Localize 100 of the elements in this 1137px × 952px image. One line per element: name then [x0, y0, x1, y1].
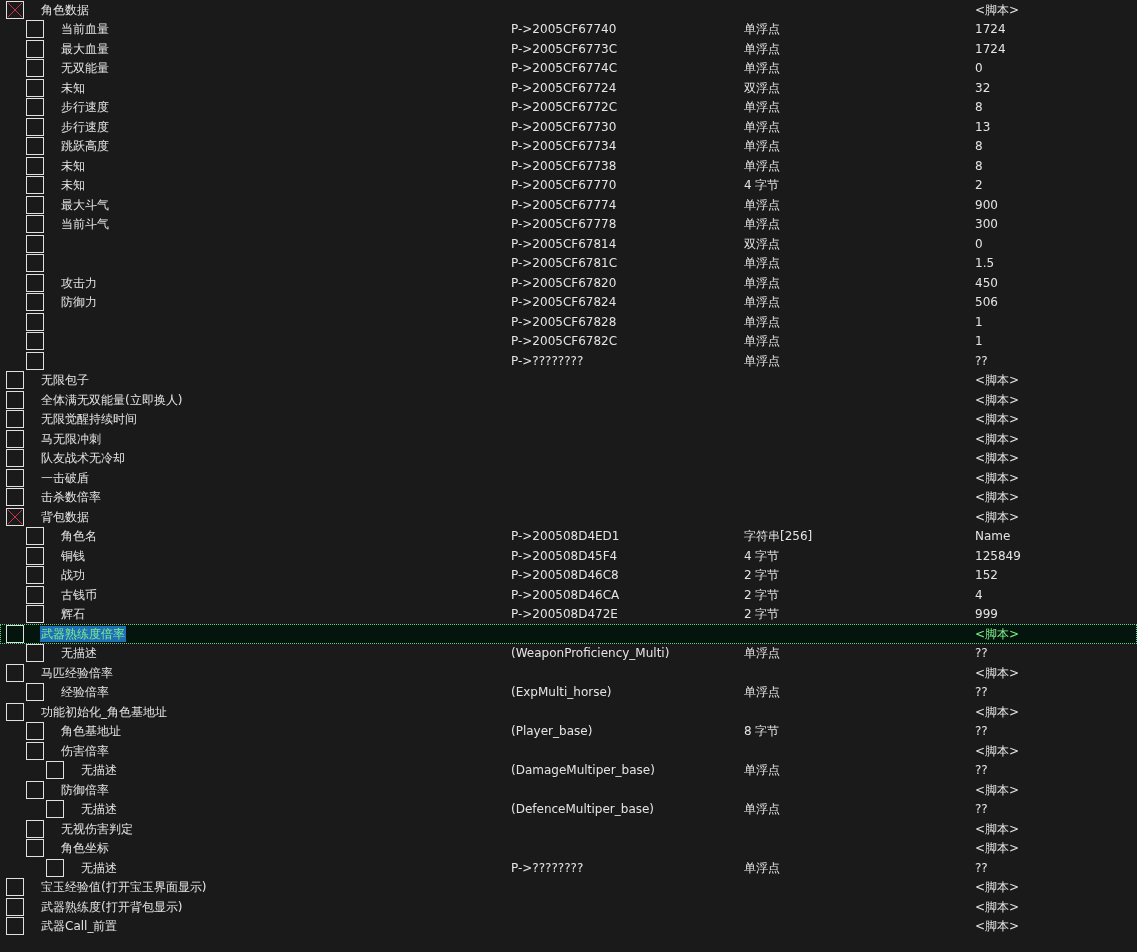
table-row[interactable]: 防御力 P->2005CF67824 单浮点 506	[0, 292, 1137, 312]
type-text: 8 字节	[744, 724, 780, 739]
table-row[interactable]: 防御倍率 <脚本>	[0, 780, 1137, 800]
table-row[interactable]: 击杀数倍率 <脚本>	[0, 487, 1137, 507]
type-text: 单浮点	[744, 275, 780, 290]
checkbox[interactable]	[6, 663, 24, 682]
table-row[interactable]: 辉石 P->200508D472E 2 字节 999	[0, 604, 1137, 624]
table-row[interactable]: 跳跃高度 P->2005CF67734 单浮点 8	[0, 136, 1137, 156]
checkbox[interactable]	[26, 722, 44, 741]
table-row[interactable]: 无视伤害判定 <脚本>	[0, 819, 1137, 839]
table-row[interactable]: 马无限冲刺 <脚本>	[0, 429, 1137, 449]
table-row[interactable]: 最大血量 P->2005CF6773C 单浮点 1724	[0, 39, 1137, 59]
checkbox[interactable]	[6, 449, 24, 468]
checkbox[interactable]	[26, 741, 44, 760]
checkbox[interactable]	[26, 683, 44, 702]
checkbox[interactable]	[6, 624, 24, 643]
checkbox[interactable]	[46, 800, 64, 819]
table-row[interactable]: 角色基地址 (Player_base) 8 字节 ??	[0, 721, 1137, 741]
checkbox[interactable]	[6, 917, 24, 936]
table-row[interactable]: 无描述 (DefenceMultiper_base) 单浮点 ??	[0, 799, 1137, 819]
checkbox[interactable]	[26, 566, 44, 585]
checkbox[interactable]	[26, 312, 44, 331]
checkbox[interactable]	[26, 351, 44, 370]
table-row[interactable]: 角色数据 <脚本>	[0, 0, 1137, 20]
table-row[interactable]: 马匹经验倍率 <脚本>	[0, 663, 1137, 683]
table-row[interactable]: 经验倍率 (ExpMulti_horse) 单浮点 ??	[0, 682, 1137, 702]
table-row[interactable]: 无限觉醒持续时间 <脚本>	[0, 409, 1137, 429]
selected-table-row[interactable]: 武器熟练度倍率 <脚本>	[0, 624, 1137, 644]
checkbox[interactable]	[6, 0, 24, 19]
table-row[interactable]: 无描述 (DamageMultiper_base) 单浮点 ??	[0, 760, 1137, 780]
table-row[interactable]: 武器Call_前置 <脚本>	[0, 916, 1137, 936]
table-row[interactable]: 全体满无双能量(立即换人) <脚本>	[0, 390, 1137, 410]
checkbox[interactable]	[26, 605, 44, 624]
checkbox[interactable]	[26, 819, 44, 838]
checkbox[interactable]	[6, 390, 24, 409]
table-row[interactable]: 宝玉经验值(打开宝玉界面显示) <脚本>	[0, 877, 1137, 897]
checkbox[interactable]	[46, 761, 64, 780]
table-row[interactable]: 角色坐标 <脚本>	[0, 838, 1137, 858]
table-row[interactable]: 战功 P->200508D46C8 2 字节 152	[0, 565, 1137, 585]
checkbox[interactable]	[26, 780, 44, 799]
checkbox[interactable]	[6, 878, 24, 897]
table-row[interactable]: 角色名 P->200508D4ED1 字符串[256] Name	[0, 526, 1137, 546]
table-row[interactable]: 伤害倍率 <脚本>	[0, 741, 1137, 761]
table-row[interactable]: 未知 P->2005CF67770 4 字节 2	[0, 175, 1137, 195]
checkbox[interactable]	[26, 273, 44, 292]
checkbox[interactable]	[46, 858, 64, 877]
checkbox[interactable]	[26, 585, 44, 604]
table-row[interactable]: 未知 P->2005CF67738 单浮点 8	[0, 156, 1137, 176]
checkbox[interactable]	[26, 215, 44, 234]
table-row[interactable]: 当前血量 P->2005CF67740 单浮点 1724	[0, 19, 1137, 39]
table-row[interactable]: 攻击力 P->2005CF67820 单浮点 450	[0, 273, 1137, 293]
table-row[interactable]: 无限包子 <脚本>	[0, 370, 1137, 390]
table-row[interactable]: 队友战术无冷却 <脚本>	[0, 448, 1137, 468]
checkbox[interactable]	[26, 234, 44, 253]
table-row[interactable]: 古钱币 P->200508D46CA 2 字节 4	[0, 585, 1137, 605]
table-row[interactable]: P->2005CF67814 双浮点 0	[0, 234, 1137, 254]
checkbox[interactable]	[26, 78, 44, 97]
checkbox[interactable]	[26, 117, 44, 136]
checkbox[interactable]	[26, 156, 44, 175]
table-row[interactable]: 当前斗气 P->2005CF67778 单浮点 300	[0, 214, 1137, 234]
checkbox[interactable]	[26, 59, 44, 78]
value-text: 8	[975, 100, 983, 115]
checkbox[interactable]	[6, 410, 24, 429]
table-row[interactable]: 一击破盾 <脚本>	[0, 468, 1137, 488]
checkbox[interactable]	[26, 546, 44, 565]
table-row[interactable]: P->2005CF6781C 单浮点 1.5	[0, 253, 1137, 273]
table-row[interactable]: 背包数据 <脚本>	[0, 507, 1137, 527]
table-row[interactable]: 武器熟练度(打开背包显示) <脚本>	[0, 897, 1137, 917]
checkbox[interactable]	[26, 254, 44, 273]
checkbox[interactable]	[6, 507, 24, 526]
checkbox[interactable]	[26, 839, 44, 858]
table-row[interactable]: 最大斗气 P->2005CF67774 单浮点 900	[0, 195, 1137, 215]
checkbox[interactable]	[26, 39, 44, 58]
table-row[interactable]: 步行速度 P->2005CF67730 单浮点 13	[0, 117, 1137, 137]
checkbox[interactable]	[26, 293, 44, 312]
checkbox[interactable]	[26, 20, 44, 39]
table-row[interactable]: P->???????? 单浮点 ??	[0, 351, 1137, 371]
table-row[interactable]: 步行速度 P->2005CF6772C 单浮点 8	[0, 97, 1137, 117]
table-row[interactable]: 铜钱 P->200508D45F4 4 字节 125849	[0, 546, 1137, 566]
table-row[interactable]: P->2005CF67828 单浮点 1	[0, 312, 1137, 332]
checkbox[interactable]	[6, 468, 24, 487]
checkbox[interactable]	[26, 332, 44, 351]
checkbox[interactable]	[26, 195, 44, 214]
checkbox[interactable]	[6, 488, 24, 507]
checkbox[interactable]	[6, 702, 24, 721]
table-row[interactable]: 无描述 P->???????? 单浮点 ??	[0, 858, 1137, 878]
checkbox[interactable]	[26, 644, 44, 663]
table-row[interactable]: P->2005CF6782C 单浮点 1	[0, 331, 1137, 351]
checkbox[interactable]	[6, 429, 24, 448]
checkbox[interactable]	[26, 137, 44, 156]
checkbox[interactable]	[6, 897, 24, 916]
checkbox[interactable]	[26, 527, 44, 546]
checkbox[interactable]	[26, 176, 44, 195]
checkbox[interactable]	[26, 98, 44, 117]
value-text: 152	[975, 568, 998, 583]
table-row[interactable]: 未知 P->2005CF67724 双浮点 32	[0, 78, 1137, 98]
table-row[interactable]: 无双能量 P->2005CF6774C 单浮点 0	[0, 58, 1137, 78]
checkbox[interactable]	[6, 371, 24, 390]
table-row[interactable]: 无描述 (WeaponProficiency_Multi) 单浮点 ??	[0, 643, 1137, 663]
table-row[interactable]: 功能初始化_角色基地址 <脚本>	[0, 702, 1137, 722]
